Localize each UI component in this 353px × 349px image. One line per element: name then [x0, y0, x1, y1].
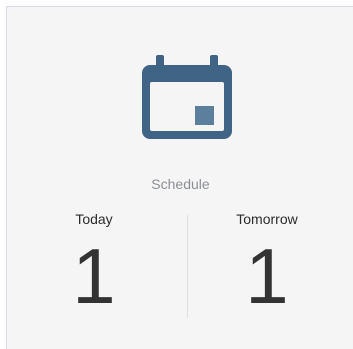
widget-label: Schedule — [151, 176, 210, 192]
tomorrow-column[interactable]: Tomorrow 1 — [180, 211, 353, 315]
today-title: Today — [75, 211, 113, 227]
today-column[interactable]: Today 1 — [7, 211, 181, 315]
tomorrow-title: Tomorrow — [236, 211, 298, 227]
today-count: 1 — [72, 232, 116, 320]
calendar-icon — [139, 55, 235, 141]
schedule-widget[interactable]: Schedule Today 1 Tomorrow 1 — [6, 6, 353, 349]
tomorrow-count: 1 — [245, 232, 289, 320]
